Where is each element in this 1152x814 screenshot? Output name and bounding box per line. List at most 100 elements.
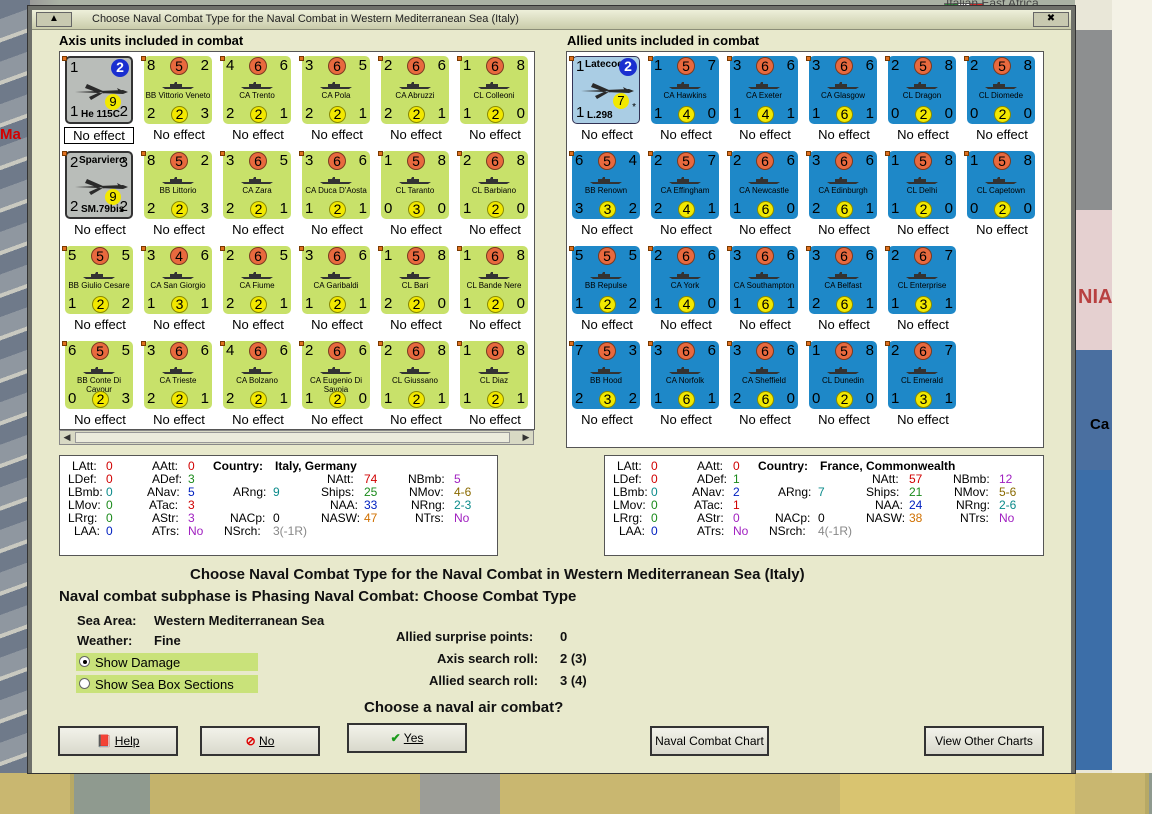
unit-counter[interactable]: 8 5 2 BB Vittorio Veneto 2 2 3 <box>144 56 212 124</box>
unit-counter[interactable]: 3 6 6 CA Exeter 1 4 1 <box>730 56 798 124</box>
naval-combat-chart-button[interactable]: Naval Combat Chart <box>650 726 769 756</box>
unit-counter[interactable]: 7 5 3 BB Hood 2 3 2 <box>572 341 640 409</box>
axis-unit[interactable]: 5 5 5 BB Giulio Cesare 1 2 2 No effect <box>62 246 133 338</box>
unit-counter[interactable]: 2 5 8 CL Diomede 0 2 0 <box>967 56 1035 124</box>
close-icon[interactable]: ✖ <box>1033 12 1069 27</box>
unit-counter[interactable]: 2 5 7 CA Effingham 2 4 1 <box>651 151 719 219</box>
unit-counter[interactable]: 3 6 5 CA Zara 2 2 1 <box>223 151 291 219</box>
unit-counter[interactable]: 2 6 6 CA Eugenio Di Savoia 1 2 0 <box>302 341 370 409</box>
allied-unit[interactable]: 3 6 6 CA Belfast 2 6 1 No effect <box>806 246 877 338</box>
axis-unit[interactable]: 2 Sparviero 3 9 2 SM.79bis 2 No effect <box>62 151 133 243</box>
axis-unit[interactable]: 1 6 8 CL Bande Nere 1 2 0 No effect <box>457 246 528 338</box>
unit-counter[interactable]: 5 5 5 BB Giulio Cesare 1 2 2 <box>65 246 133 314</box>
unit-counter[interactable]: 5 5 5 BB Repulse 1 2 2 <box>572 246 640 314</box>
axis-unit[interactable]: 3 6 5 CA Pola 2 2 1 No effect <box>299 56 370 148</box>
allied-unit[interactable]: 3 6 6 CA Sheffield 2 6 0 No effect <box>727 341 798 433</box>
allied-unit[interactable]: 7 5 3 BB Hood 2 3 2 No effect <box>569 341 640 433</box>
axis-unit[interactable]: 3 6 6 CA Garibaldi 1 2 1 No effect <box>299 246 370 338</box>
allied-unit[interactable]: 2 6 6 CA Newcastle 1 6 0 No effect <box>727 151 798 243</box>
allied-unit[interactable]: 3 6 6 CA Glasgow 1 6 1 No effect <box>806 56 877 148</box>
unit-counter[interactable]: 3 6 6 CA Trieste 2 2 1 <box>144 341 212 409</box>
axis-unit[interactable]: 3 6 5 CA Zara 2 2 1 No effect <box>220 151 291 243</box>
unit-counter[interactable]: 3 6 6 CA Duca D'Aosta 1 2 1 <box>302 151 370 219</box>
axis-unit[interactable]: 4 6 6 CA Trento 2 2 1 No effect <box>220 56 291 148</box>
allied-unit[interactable]: 2 5 8 CL Dragon 0 2 0 No effect <box>885 56 956 148</box>
air-unit-counter[interactable]: 1 Latecoere 2 7 1 L.298 * <box>572 56 640 124</box>
unit-counter[interactable]: 3 6 6 CA Glasgow 1 6 1 <box>809 56 877 124</box>
allied-unit[interactable]: 1 5 7 CA Hawkins 1 4 0 No effect <box>648 56 719 148</box>
unit-counter[interactable]: 1 6 8 CL Bande Nere 1 2 0 <box>460 246 528 314</box>
scrollbar-thumb[interactable] <box>75 432 510 443</box>
unit-counter[interactable]: 3 6 5 CA Pola 2 2 1 <box>302 56 370 124</box>
unit-counter[interactable]: 6 5 5 BB Conte Di Cavour 0 2 3 <box>65 341 133 409</box>
allied-unit[interactable]: 6 5 4 BB Renown 3 3 2 No effect <box>569 151 640 243</box>
allied-unit[interactable]: 3 6 6 CA Edinburgh 2 6 1 No effect <box>806 151 877 243</box>
axis-unit[interactable]: 8 5 2 BB Vittorio Veneto 2 2 3 No effect <box>141 56 212 148</box>
unit-counter[interactable]: 1 5 8 CL Taranto 0 3 0 <box>381 151 449 219</box>
yes-button[interactable]: ✔ Yes <box>347 723 467 753</box>
axis-unit[interactable]: 2 6 8 CL Giussano 1 2 1 No effect <box>378 341 449 433</box>
axis-unit[interactable]: 3 6 6 CA Trieste 2 2 1 No effect <box>141 341 212 433</box>
unit-counter[interactable]: 3 6 6 CA Southampton 1 6 1 <box>730 246 798 314</box>
unit-counter[interactable]: 1 5 7 CA Hawkins 1 4 0 <box>651 56 719 124</box>
allied-unit[interactable]: 1 5 8 CL Delhi 1 2 0 No effect <box>885 151 956 243</box>
air-unit-counter[interactable]: 1 2 9 1 He 115C 2 <box>65 56 133 124</box>
unit-counter[interactable]: 1 5 8 CL Dunedin 0 2 0 <box>809 341 877 409</box>
axis-unit[interactable]: 8 5 2 BB Littorio 2 2 3 No effect <box>141 151 212 243</box>
allied-unit[interactable]: 3 6 6 CA Norfolk 1 6 1 No effect <box>648 341 719 433</box>
axis-unit[interactable]: 1 6 8 CL Diaz 1 2 1 No effect <box>457 341 528 433</box>
axis-unit[interactable]: 1 5 8 CL Bari 2 2 0 No effect <box>378 246 449 338</box>
axis-unit[interactable]: 1 2 9 1 He 115C 2 No effect <box>62 56 134 148</box>
unit-counter[interactable]: 2 5 8 CL Dragon 0 2 0 <box>888 56 956 124</box>
radio-selected-icon[interactable] <box>79 656 90 667</box>
allied-unit[interactable]: 3 6 6 CA Southampton 1 6 1 No effect <box>727 246 798 338</box>
allied-unit[interactable]: 5 5 5 BB Repulse 1 2 2 No effect <box>569 246 640 338</box>
help-button[interactable]: 📕 Help <box>58 726 178 756</box>
unit-counter[interactable]: 2 6 7 CL Emerald 1 3 1 <box>888 341 956 409</box>
axis-unit[interactable]: 3 4 6 CA San Giorgio 1 3 1 No effect <box>141 246 212 338</box>
axis-unit[interactable]: 1 6 8 CL Colleoni 1 2 0 No effect <box>457 56 528 148</box>
no-button[interactable]: ⊘ No <box>200 726 320 756</box>
unit-counter[interactable]: 2 6 6 CA Abruzzi 2 2 1 <box>381 56 449 124</box>
unit-counter[interactable]: 1 6 8 CL Diaz 1 2 1 <box>460 341 528 409</box>
axis-unit[interactable]: 1 5 8 CL Taranto 0 3 0 No effect <box>378 151 449 243</box>
unit-counter[interactable]: 2 6 7 CL Enterprise 1 3 1 <box>888 246 956 314</box>
unit-counter[interactable]: 4 6 6 CA Trento 2 2 1 <box>223 56 291 124</box>
scroll-right-icon[interactable]: ▶ <box>520 432 532 443</box>
axis-unit[interactable]: 6 5 5 BB Conte Di Cavour 0 2 3 No effect <box>62 341 133 433</box>
allied-unit[interactable]: 1 5 8 CL Capetown 0 2 0 No effect <box>964 151 1035 243</box>
axis-unit[interactable]: 4 6 6 CA Bolzano 2 2 1 No effect <box>220 341 291 433</box>
unit-counter[interactable]: 3 6 6 CA Garibaldi 1 2 1 <box>302 246 370 314</box>
allied-unit[interactable]: 2 5 7 CA Effingham 2 4 1 No effect <box>648 151 719 243</box>
unit-counter[interactable]: 4 6 6 CA Bolzano 2 2 1 <box>223 341 291 409</box>
unit-counter[interactable]: 2 6 6 CA York 1 4 0 <box>651 246 719 314</box>
unit-counter[interactable]: 6 5 4 BB Renown 3 3 2 <box>572 151 640 219</box>
axis-unit[interactable]: 2 6 6 CA Abruzzi 2 2 1 No effect <box>378 56 449 148</box>
unit-counter[interactable]: 1 5 8 CL Capetown 0 2 0 <box>967 151 1035 219</box>
radio-unselected-icon[interactable] <box>79 678 90 689</box>
unit-counter[interactable]: 3 6 6 CA Sheffield 2 6 0 <box>730 341 798 409</box>
unit-counter[interactable]: 2 6 8 CL Giussano 1 2 1 <box>381 341 449 409</box>
unit-counter[interactable]: 3 4 6 CA San Giorgio 1 3 1 <box>144 246 212 314</box>
axis-horizontal-scrollbar[interactable]: ◀ ▶ <box>59 430 534 445</box>
unit-counter[interactable]: 3 6 6 CA Belfast 2 6 1 <box>809 246 877 314</box>
dialog-title-bar[interactable]: ▲ Choose Naval Combat Type for the Naval… <box>32 10 1071 30</box>
allied-unit[interactable]: 2 6 6 CA York 1 4 0 No effect <box>648 246 719 338</box>
unit-counter[interactable]: 2 6 6 CA Newcastle 1 6 0 <box>730 151 798 219</box>
axis-unit[interactable]: 2 6 5 CA Fiume 2 2 1 No effect <box>220 246 291 338</box>
unit-counter[interactable]: 2 6 5 CA Fiume 2 2 1 <box>223 246 291 314</box>
show-sea-box-radio[interactable]: Show Sea Box Sections <box>76 675 258 693</box>
unit-counter[interactable]: 1 5 8 CL Delhi 1 2 0 <box>888 151 956 219</box>
axis-unit[interactable]: 3 6 6 CA Duca D'Aosta 1 2 1 No effect <box>299 151 370 243</box>
unit-counter[interactable]: 3 6 6 CA Norfolk 1 6 1 <box>651 341 719 409</box>
unit-counter[interactable]: 3 6 6 CA Edinburgh 2 6 1 <box>809 151 877 219</box>
allied-unit[interactable]: 2 6 7 CL Enterprise 1 3 1 No effect <box>885 246 956 338</box>
scroll-left-icon[interactable]: ◀ <box>61 432 73 443</box>
unit-counter[interactable]: 8 5 2 BB Littorio 2 2 3 <box>144 151 212 219</box>
unit-counter[interactable]: 2 6 8 CL Barbiano 1 2 0 <box>460 151 528 219</box>
collapse-icon[interactable]: ▲ <box>36 12 72 27</box>
allied-unit[interactable]: 2 6 7 CL Emerald 1 3 1 No effect <box>885 341 956 433</box>
axis-unit[interactable]: 2 6 6 CA Eugenio Di Savoia 1 2 0 No effect <box>299 341 370 433</box>
axis-unit[interactable]: 2 6 8 CL Barbiano 1 2 0 No effect <box>457 151 528 243</box>
view-other-charts-button[interactable]: View Other Charts <box>924 726 1044 756</box>
